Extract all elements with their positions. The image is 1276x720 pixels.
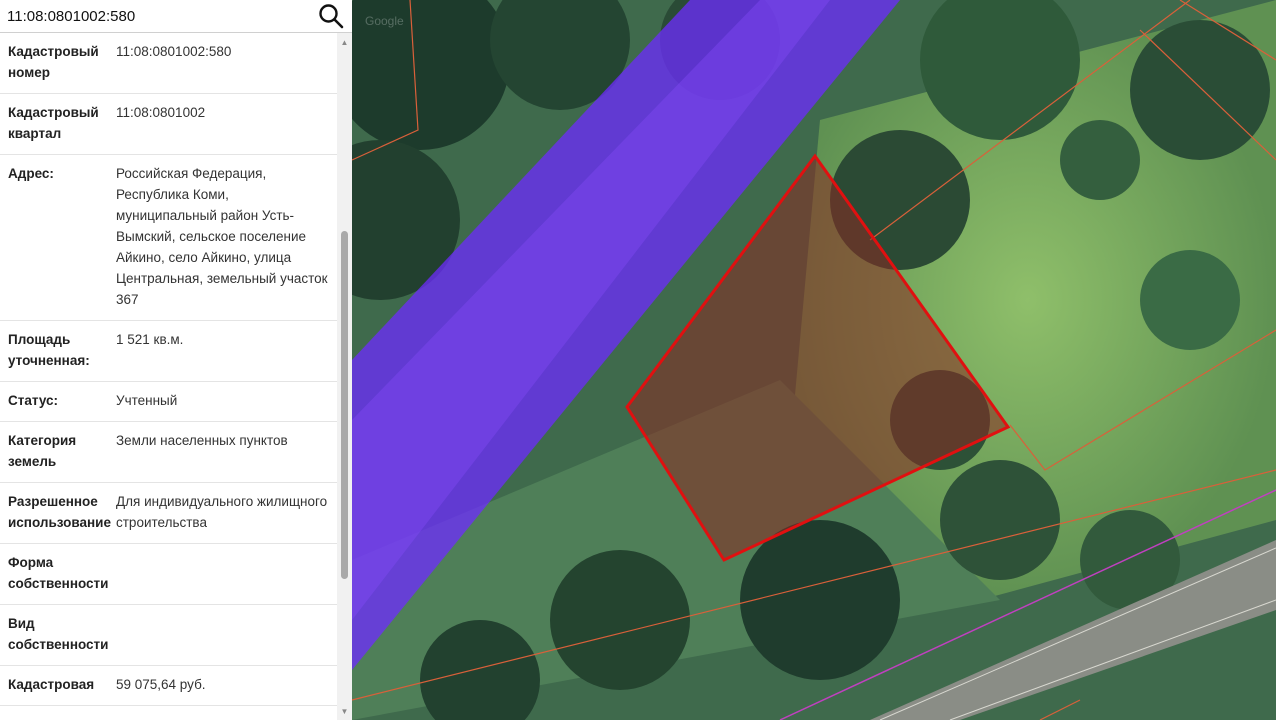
detail-value: Для индивидуального жилищного строительс… [116, 494, 328, 530]
detail-row-area: Площадь уточненная: 1 521 кв.м. [0, 321, 337, 382]
detail-row-ownership-type: Вид собственности [0, 605, 337, 666]
detail-row-address: Адрес: Российская Федерация, Республика … [0, 155, 337, 321]
search-bar [0, 0, 352, 33]
search-icon [319, 4, 344, 29]
detail-row-cadastral-number: Кадастровый номер 11:08:0801002:580 [0, 33, 337, 94]
detail-row-ownership-form: Форма собственности [0, 544, 337, 605]
detail-row-land-category: Категория земель Земли населенных пункто… [0, 422, 337, 483]
detail-value: Учтенный [116, 393, 178, 408]
detail-label: Кадастровая [8, 677, 95, 692]
panel-scrollbar[interactable]: ▲ ▼ [337, 33, 352, 720]
detail-label: Разрешенное использование [8, 494, 111, 530]
details-list: Кадастровый номер 11:08:0801002:580 Када… [0, 33, 337, 706]
detail-value: 1 521 кв.м. [116, 332, 184, 347]
detail-row-cadastral-quarter: Кадастровый квартал 11:08:0801002 [0, 94, 337, 155]
detail-row-status: Статус: Учтенный [0, 382, 337, 422]
map-watermark: Google [365, 14, 404, 28]
scroll-thumb[interactable] [341, 231, 348, 579]
scroll-down-icon[interactable]: ▼ [337, 704, 352, 718]
detail-row-permitted-use: Разрешенное использование Для индивидуал… [0, 483, 337, 544]
detail-value: Российская Федерация, Республика Коми, м… [116, 166, 328, 307]
detail-label: Кадастровый квартал [8, 105, 99, 141]
search-input[interactable] [0, 0, 310, 32]
detail-value: Земли населенных пунктов [116, 433, 288, 448]
detail-value: 11:08:0801002 [116, 105, 206, 120]
detail-value: 59 075,64 руб. [116, 677, 206, 692]
detail-row-cadastral-value: Кадастровая 59 075,64 руб. [0, 666, 337, 706]
detail-label: Площадь уточненная: [8, 332, 90, 368]
scroll-up-icon[interactable]: ▲ [337, 35, 352, 49]
detail-label: Адрес: [8, 166, 54, 181]
search-button[interactable] [316, 2, 346, 30]
detail-label: Статус: [8, 393, 58, 408]
detail-label: Вид собственности [8, 616, 109, 652]
detail-value: 11:08:0801002:580 [116, 44, 232, 59]
detail-label: Кадастровый номер [8, 44, 99, 80]
parcel-details-panel[interactable]: Кадастровый номер 11:08:0801002:580 Када… [0, 33, 352, 720]
detail-label: Форма собственности [8, 555, 109, 591]
detail-value [116, 552, 337, 594]
detail-value [116, 613, 337, 655]
detail-label: Категория земель [8, 433, 77, 469]
